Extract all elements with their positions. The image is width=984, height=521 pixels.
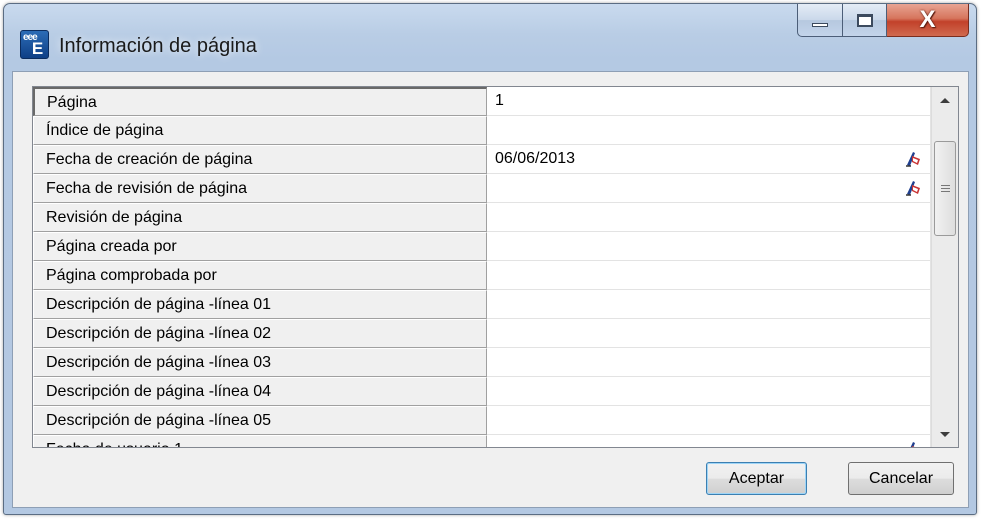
caption-buttons: X [797, 4, 969, 37]
minimize-icon [812, 23, 828, 27]
row-value-field[interactable] [487, 290, 931, 319]
grid-row[interactable]: Fecha de creación de página 06/06/2013 [33, 145, 931, 174]
grip-icon [940, 185, 950, 192]
vertical-scrollbar[interactable] [931, 87, 958, 447]
cancel-button[interactable]: Cancelar [848, 462, 954, 495]
maximize-icon [856, 13, 873, 27]
maximize-button[interactable] [843, 4, 887, 37]
row-value-field[interactable] [487, 435, 931, 447]
scroll-up-button[interactable] [932, 87, 958, 113]
date-picker-icon[interactable] [904, 150, 922, 168]
row-value-field[interactable] [487, 377, 931, 406]
scroll-thumb[interactable] [934, 141, 956, 236]
accept-button[interactable]: Aceptar [706, 462, 807, 495]
close-button[interactable]: X [887, 4, 969, 37]
grid-row[interactable]: Fecha de revisión de página [33, 174, 931, 203]
grid-row[interactable]: Página creada por [33, 232, 931, 261]
property-grid: Página 1 Índice de página Fecha de creación… [32, 86, 959, 448]
row-value-text: 06/06/2013 [495, 150, 576, 167]
app-e-icon: eee E [20, 30, 49, 59]
row-value-field[interactable] [487, 261, 931, 290]
row-label: Página creada por [33, 232, 487, 261]
grid-row[interactable]: Descripción de página -línea 03 [33, 348, 931, 377]
row-label: Fecha de creación de página [33, 145, 487, 174]
close-icon: X [919, 6, 936, 33]
row-value-field[interactable] [487, 232, 931, 261]
row-value-field[interactable] [487, 116, 931, 145]
row-label: Descripción de página -línea 01 [33, 290, 487, 319]
row-value-field[interactable] [487, 406, 931, 435]
grid-row[interactable]: Descripción de página -línea 02 [33, 319, 931, 348]
grid-row[interactable]: Descripción de página -línea 01 [33, 290, 931, 319]
scroll-down-button[interactable] [932, 421, 958, 447]
grid-row[interactable]: Descripción de página -línea 05 [33, 406, 931, 435]
date-picker-icon[interactable] [904, 440, 922, 447]
grid-row[interactable]: Página 1 [33, 87, 931, 116]
arrow-down-icon [940, 431, 950, 437]
grid-row[interactable]: Índice de página [33, 116, 931, 145]
dialog-client-area: Página 1 Índice de página Fecha de creación… [12, 71, 969, 508]
date-picker-icon[interactable] [904, 179, 922, 197]
row-value-field[interactable] [487, 348, 931, 377]
grid-row[interactable]: Descripción de página -línea 04 [33, 377, 931, 406]
grid-row[interactable]: Fecha de usuario 1 [33, 435, 931, 447]
row-value-field[interactable] [487, 319, 931, 348]
row-label: Descripción de página -línea 05 [33, 406, 487, 435]
row-label: Descripción de página -línea 03 [33, 348, 487, 377]
title-bar[interactable]: eee E Información de página X [4, 4, 976, 74]
row-value-field[interactable] [487, 174, 931, 203]
row-label: Fecha de usuario 1 [33, 435, 487, 447]
row-value-field[interactable]: 06/06/2013 [487, 145, 931, 174]
grid-row[interactable]: Página comprobada por [33, 261, 931, 290]
row-value-field[interactable] [487, 203, 931, 232]
row-label: Página [33, 87, 487, 116]
row-label: Descripción de página -línea 02 [33, 319, 487, 348]
minimize-button[interactable] [797, 4, 843, 37]
window-title: Información de página [59, 35, 257, 57]
row-label: Descripción de página -línea 04 [33, 377, 487, 406]
row-value-text: 1 [495, 92, 504, 109]
dialog-window: eee E Información de página X Página 1 Índ… [3, 3, 977, 515]
grid-row[interactable]: Revisión de página [33, 203, 931, 232]
arrow-up-icon [940, 97, 950, 103]
row-label: Índice de página [33, 116, 487, 145]
row-label: Página comprobada por [33, 261, 487, 290]
row-label: Revisión de página [33, 203, 487, 232]
row-label: Fecha de revisión de página [33, 174, 487, 203]
row-value-field[interactable]: 1 [487, 87, 931, 116]
property-rows: Página 1 Índice de página Fecha de creación… [33, 87, 931, 447]
